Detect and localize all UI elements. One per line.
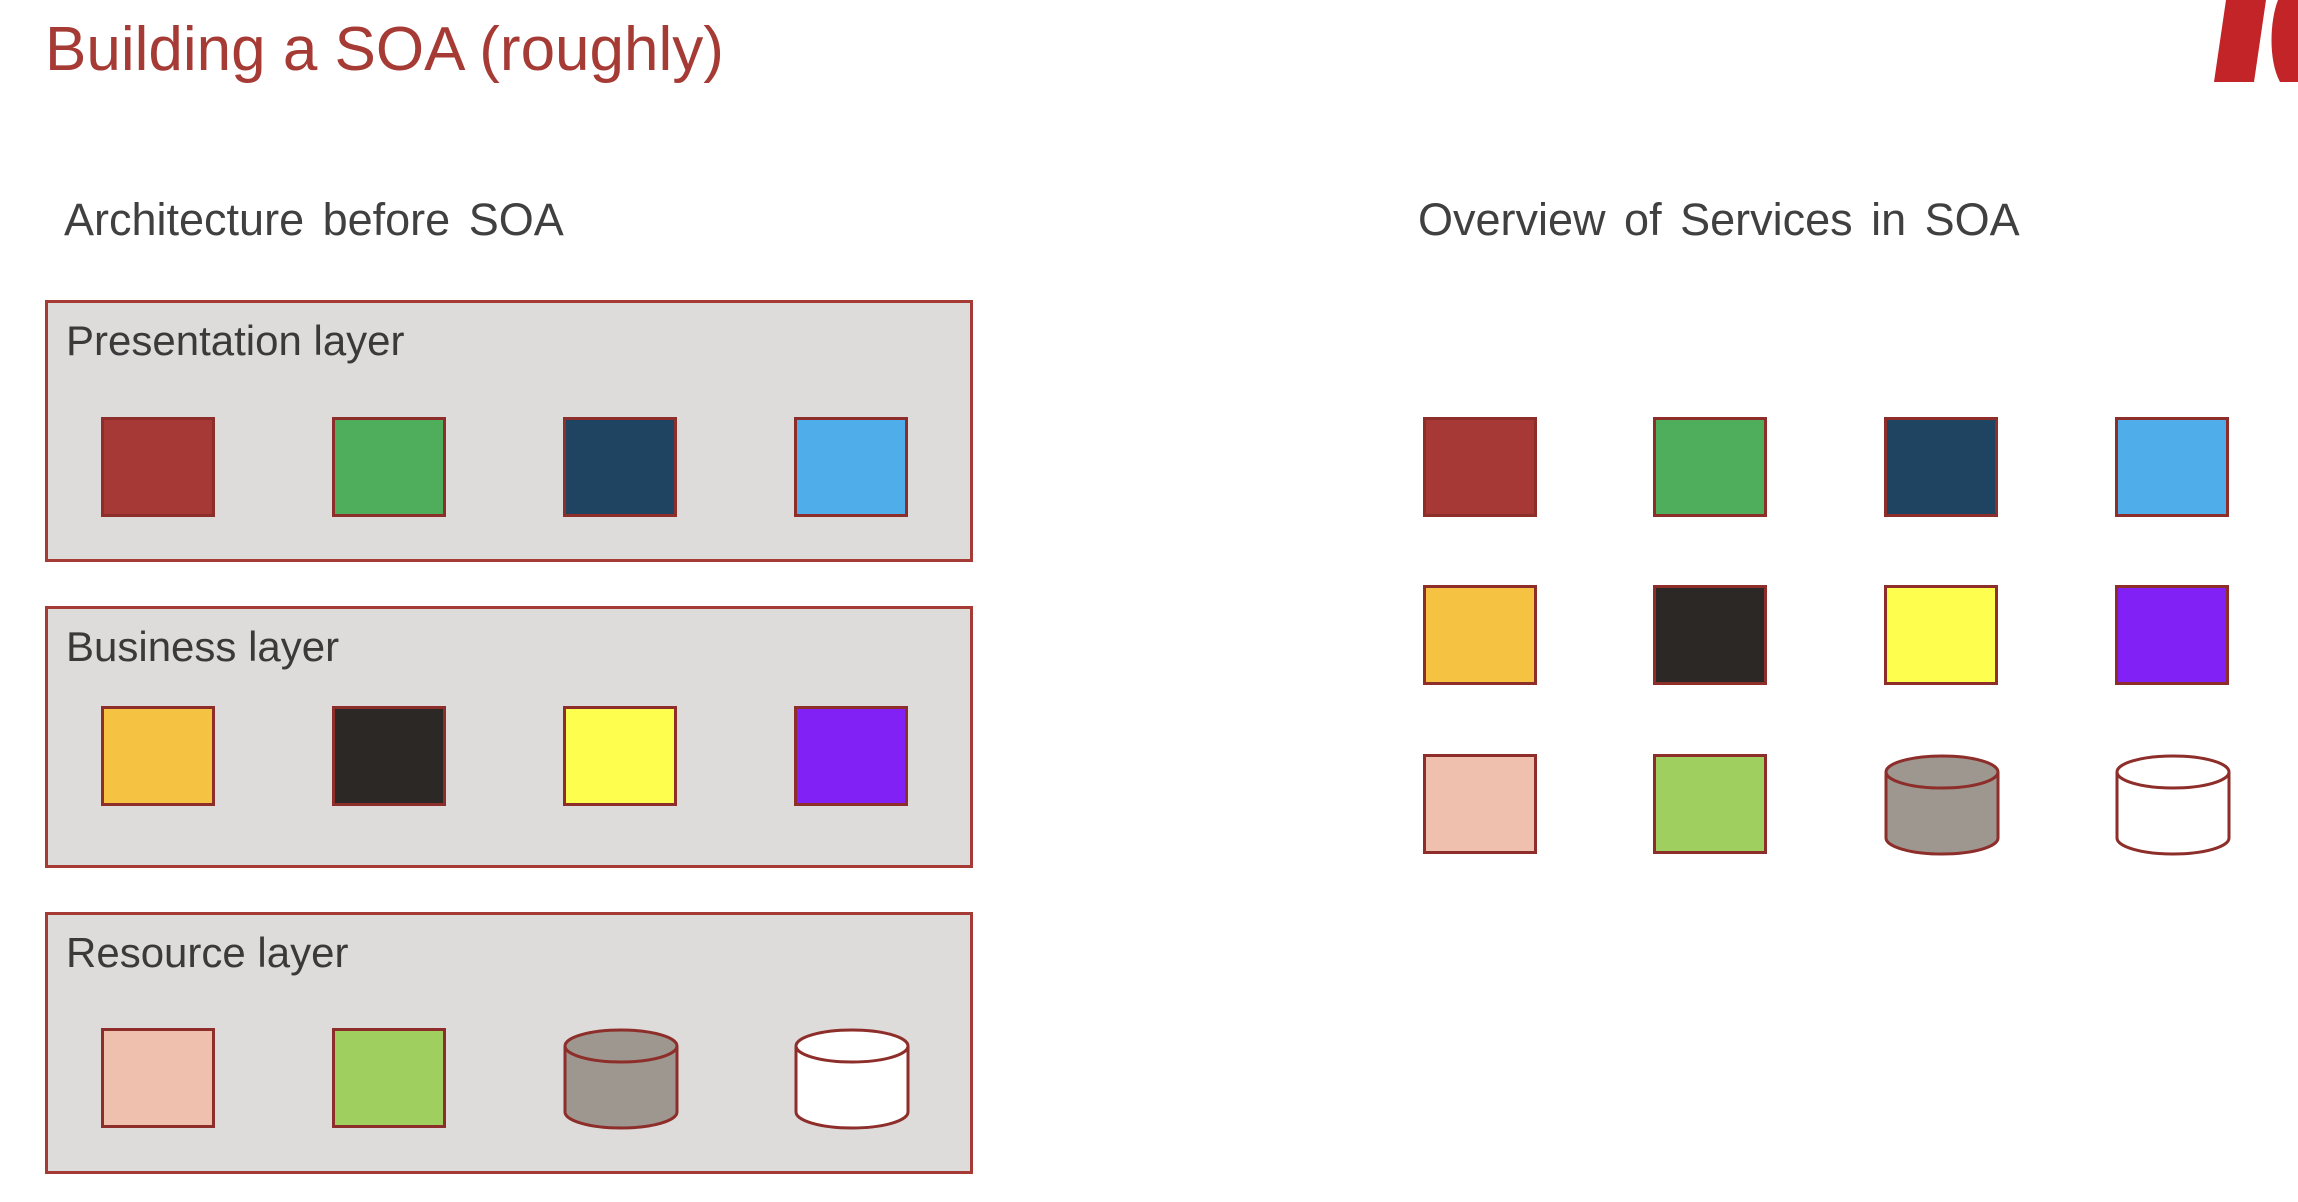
layer-0-item-1-component-square (332, 417, 446, 517)
layer-1-item-2-component-square (563, 706, 677, 806)
layer-1-item-3-component-square (794, 706, 908, 806)
brand-logo (2208, 0, 2298, 82)
service-0-0-component-square (1423, 417, 1537, 517)
layer-label: Resource layer (66, 929, 349, 976)
layer-0-item-3-component-square (794, 417, 908, 517)
slide-title: Building a SOA (roughly) (45, 15, 724, 84)
service-2-2-database-cylinder (1884, 754, 2000, 856)
services-overview-heading: Overview of Services in SOA (1418, 194, 2020, 245)
layer-1-item-1-component-square (332, 706, 446, 806)
layer-1-item-0-component-square (101, 706, 215, 806)
layer-2-item-3-database-cylinder (794, 1028, 910, 1130)
service-1-3-component-square (2115, 585, 2229, 685)
service-2-1-component-square (1653, 754, 1767, 854)
layer-label: Business layer (66, 623, 340, 670)
service-1-2-component-square (1884, 585, 1998, 685)
layer-0-item-2-component-square (563, 417, 677, 517)
service-2-3-database-cylinder (2115, 754, 2231, 856)
service-0-3-component-square (2115, 417, 2229, 517)
service-0-1-component-square (1653, 417, 1767, 517)
layer-2-item-0-component-square (101, 1028, 215, 1128)
architecture-before-soa-heading: Architecture before SOA (64, 194, 564, 245)
service-0-2-component-square (1884, 417, 1998, 517)
service-2-0-component-square (1423, 754, 1537, 854)
layer-2-item-1-component-square (332, 1028, 446, 1128)
service-1-1-component-square (1653, 585, 1767, 685)
layer-2-item-2-database-cylinder (563, 1028, 679, 1130)
layer-0-item-0-component-square (101, 417, 215, 517)
service-1-0-component-square (1423, 585, 1537, 685)
layer-label: Presentation layer (66, 317, 405, 364)
